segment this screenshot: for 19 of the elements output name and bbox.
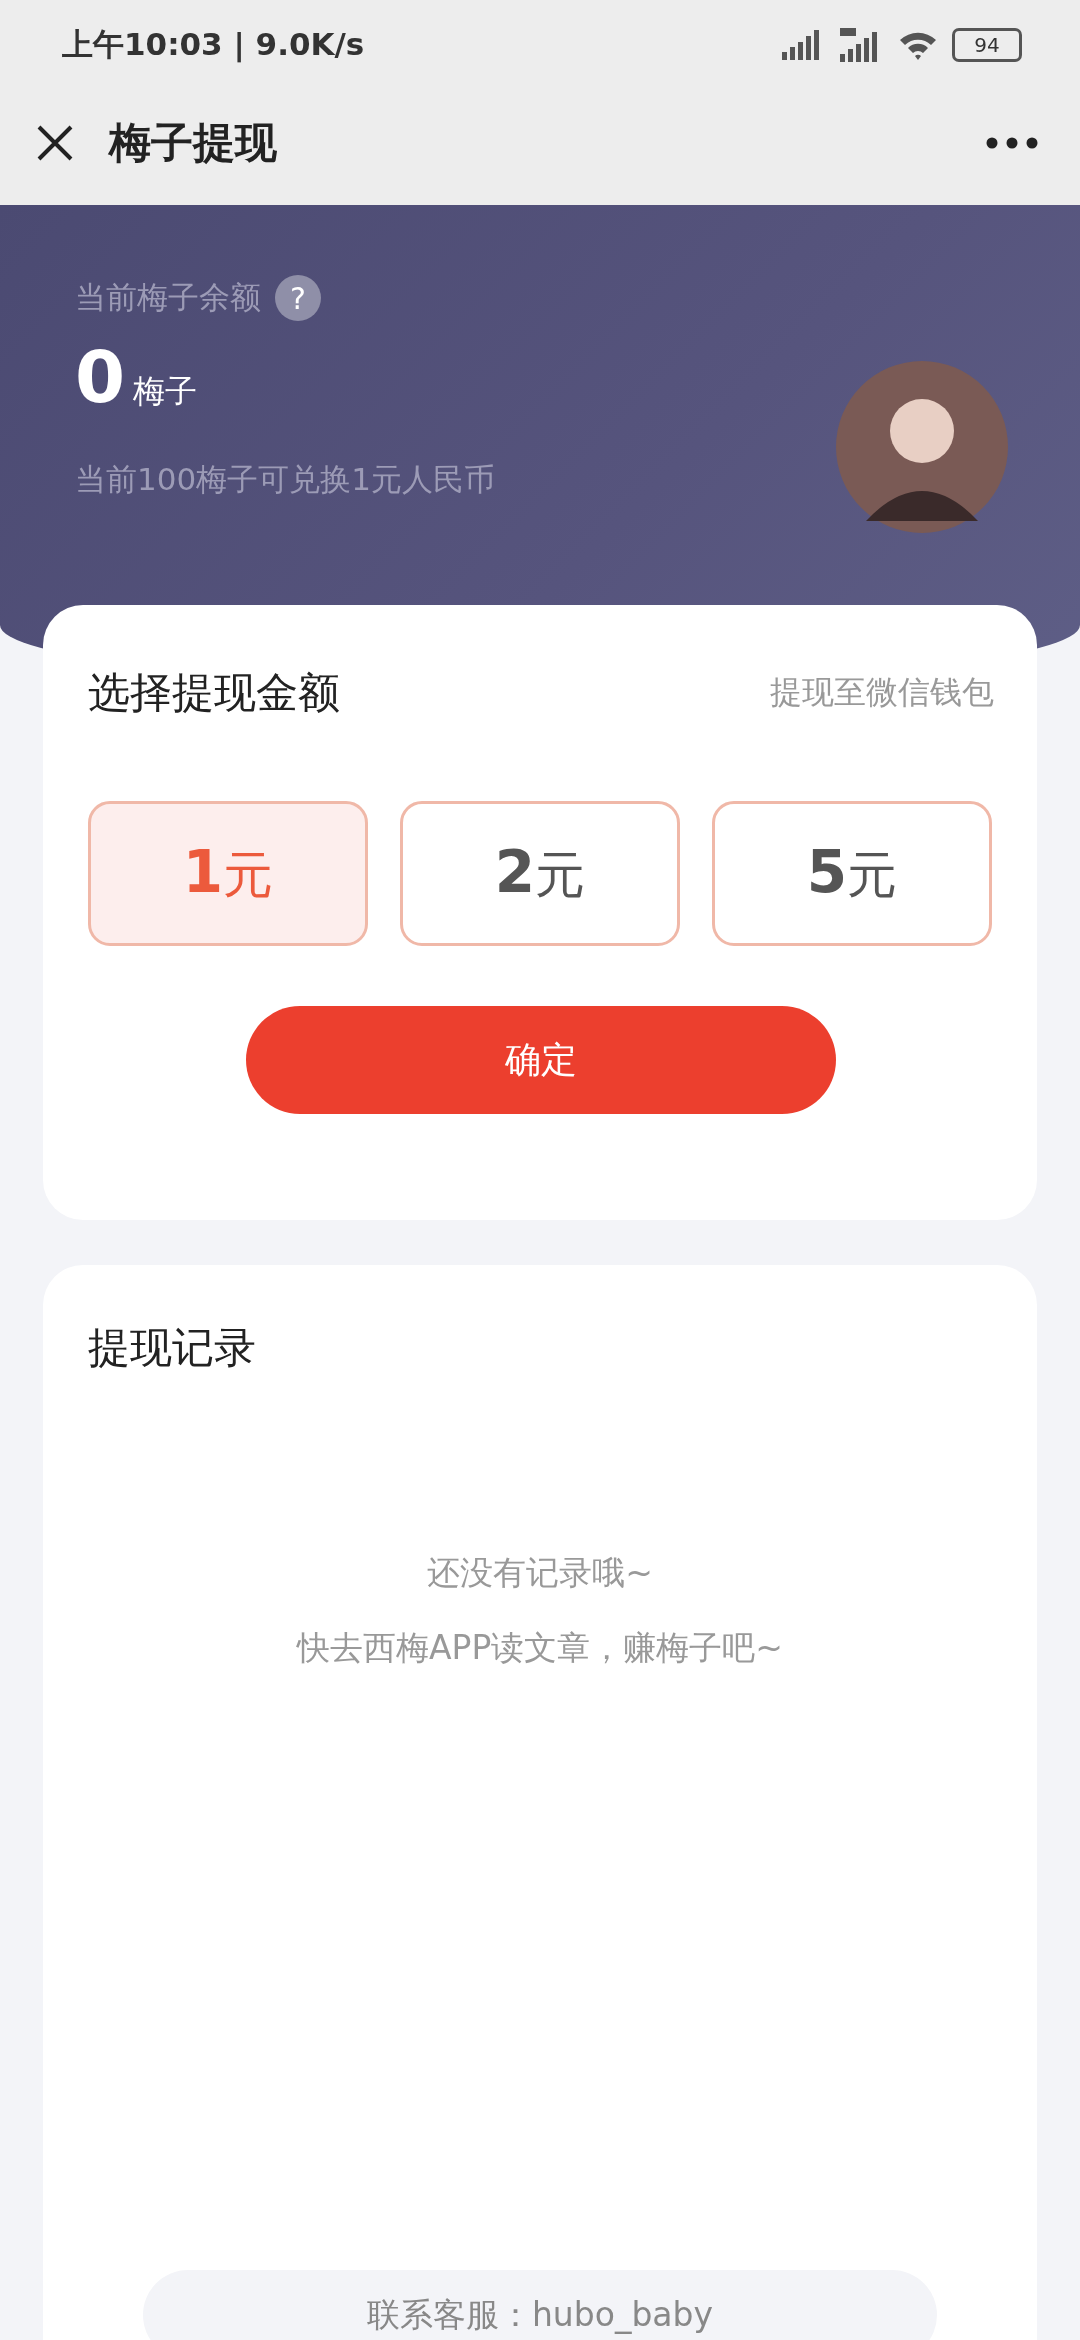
more-icon[interactable] [986,136,1038,149]
empty-message: 快去西梅APP读文章，赚梅子吧~ [297,1627,783,1669]
contact-text: 联系客服：hubo_baby [366,2293,714,2336]
battery-icon: 94 [952,28,1022,62]
page-title: 梅子提现 [109,116,278,169]
balance-unit: 梅子 [133,371,198,412]
empty-message: 还没有记录哦~ [427,1552,653,1594]
amount-option[interactable]: 5元 [712,801,992,946]
confirm-button[interactable]: 确定 [246,1006,836,1114]
destination-note: 提现至微信钱包 [770,672,994,713]
exchange-rate-note: 当前100梅子可兑换1元人民币 [75,460,495,499]
status-time: 上午10:03 | 9.0K/s [62,25,365,65]
help-button[interactable]: ? [275,275,321,321]
amount-option[interactable]: 1元 [88,801,368,946]
amount-option[interactable]: 2元 [400,801,680,946]
section-title: 提现记录 [88,1322,257,1374]
balance-amount: 0 [75,335,126,419]
balance-label: 当前梅子余额 [75,278,261,317]
section-title: 选择提现金额 [88,667,340,719]
